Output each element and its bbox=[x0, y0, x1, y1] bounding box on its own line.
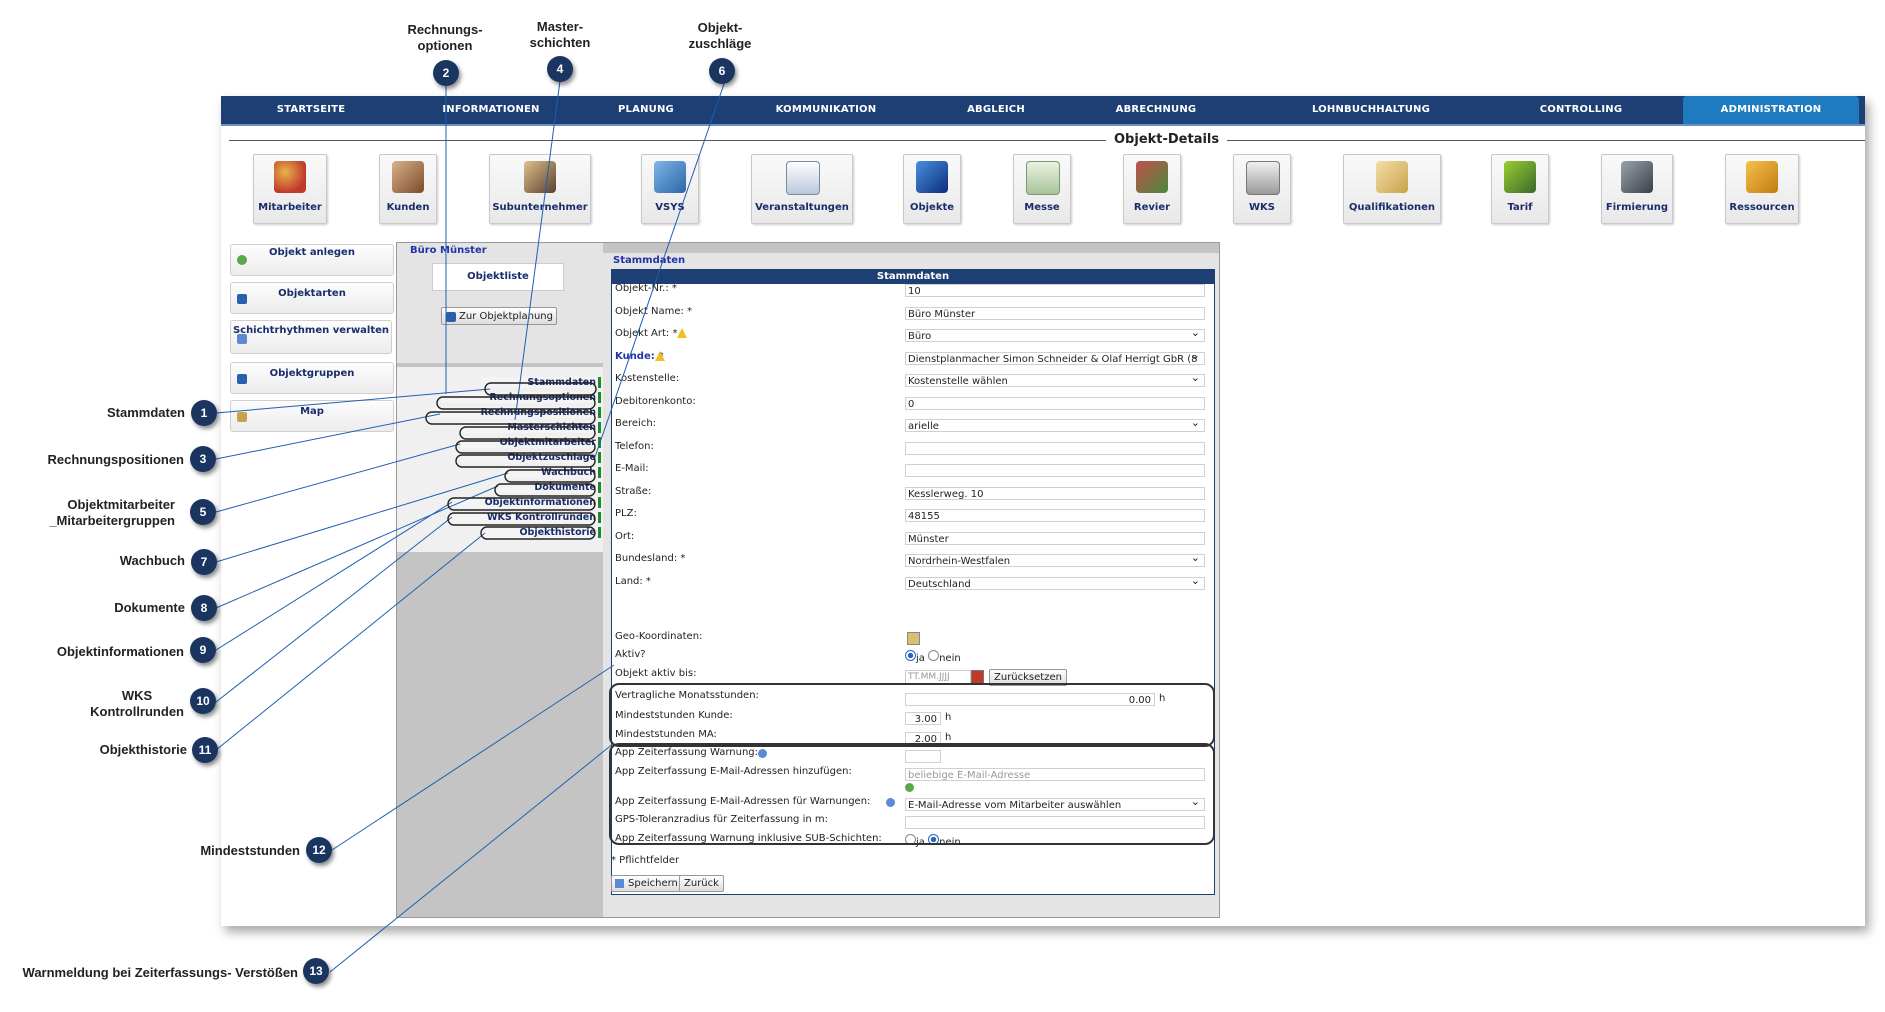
callout-badge-12: 12 bbox=[306, 837, 332, 863]
callout-badge-7: 7 bbox=[191, 549, 217, 575]
callout-label-5: Objektmitarbeiter _Mitarbeitergruppen bbox=[49, 497, 175, 528]
callout-badge-5: 5 bbox=[190, 499, 216, 525]
callout-badge-9: 9 bbox=[190, 637, 216, 663]
callout-label-6: Objekt- zuschläge bbox=[688, 20, 752, 51]
callout-label-8: Dokumente bbox=[114, 600, 185, 615]
callout-label-13: Warnmeldung bei Zeiterfassungs- Verstöße… bbox=[22, 965, 298, 980]
callout-badge-6: 6 bbox=[709, 58, 735, 84]
callout-badge-1: 1 bbox=[191, 400, 217, 426]
callout-label-10: WKS Kontrollrunden bbox=[90, 688, 184, 719]
callout-label-7: Wachbuch bbox=[119, 553, 185, 568]
callout-lines bbox=[215, 80, 725, 973]
callout-badge-10: 10 bbox=[190, 688, 216, 714]
callout-label-11: Objekthistorie bbox=[99, 742, 187, 757]
callout-label-3: Rechnungspositionen bbox=[47, 452, 185, 467]
callout-badge-2: 2 bbox=[433, 60, 459, 86]
callout-label-1: Stammdaten bbox=[106, 405, 185, 420]
callout-label-12: Mindeststunden bbox=[200, 843, 300, 858]
callout-badge-13: 13 bbox=[303, 958, 329, 984]
callout-label-4: Master- schichten bbox=[529, 19, 591, 50]
callout-label-9: Objektinformationen bbox=[56, 644, 184, 659]
callout-badge-8: 8 bbox=[191, 595, 217, 621]
callout-label-2: Rechnungs- optionen bbox=[407, 22, 483, 53]
callout-badge-3: 3 bbox=[190, 446, 216, 472]
callout-badge-11: 11 bbox=[192, 737, 218, 763]
callout-badge-4: 4 bbox=[547, 56, 573, 82]
